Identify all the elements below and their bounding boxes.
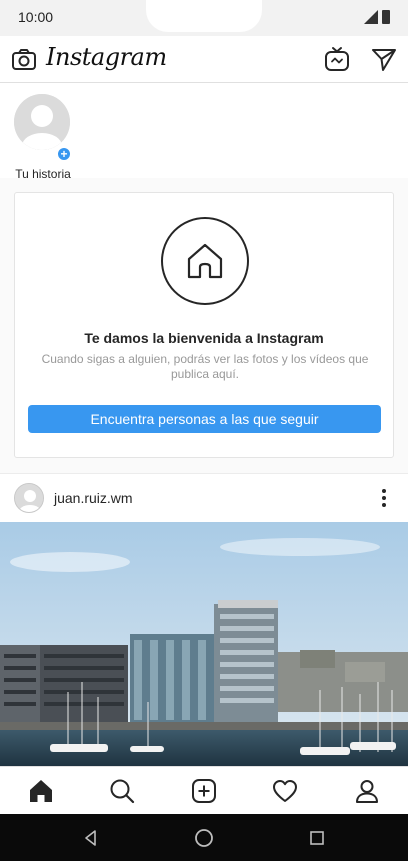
welcome-home-icon-circle <box>161 217 249 305</box>
post-avatar[interactable] <box>14 483 44 513</box>
home-outline-icon <box>187 243 223 279</box>
igtv-button[interactable] <box>323 45 351 73</box>
heart-icon <box>273 780 297 802</box>
system-nav-bar <box>0 814 408 861</box>
direct-messages-button[interactable] <box>370 45 398 73</box>
bottom-nav <box>0 766 408 814</box>
harbor-photo <box>0 522 408 766</box>
post-username[interactable]: juan.ruiz.wm <box>54 490 133 506</box>
more-options-button[interactable] <box>376 488 392 508</box>
status-time: 10:00 <box>18 9 54 25</box>
find-people-button[interactable]: Encuentra personas a las que seguir <box>28 405 381 433</box>
welcome-subtitle: Cuando sigas a alguien, podrás ver las f… <box>41 352 369 381</box>
display-notch <box>146 0 262 32</box>
more-vertical-icon <box>376 489 392 507</box>
stories-tray: + Tu historia <box>0 84 408 181</box>
nav-new-post-button[interactable] <box>190 777 218 805</box>
back-triangle-icon <box>85 830 96 846</box>
home-circle-icon <box>195 829 213 847</box>
status-bar: 10:00 <box>0 0 408 36</box>
nav-activity-button[interactable] <box>271 777 299 805</box>
top-app-bar: Instagram <box>0 36 408 83</box>
camera-button[interactable] <box>10 46 38 74</box>
post-header: juan.ruiz.wm <box>0 473 408 522</box>
system-home-button[interactable] <box>193 827 215 849</box>
send-icon <box>372 49 396 71</box>
nav-search-button[interactable] <box>108 777 136 805</box>
recents-square-icon <box>310 831 324 845</box>
avatar <box>14 94 70 150</box>
welcome-card: Te damos la bienvenida a Instagram Cuand… <box>14 192 394 458</box>
add-story-icon[interactable]: + <box>56 146 72 162</box>
system-recents-button[interactable] <box>306 827 328 849</box>
home-icon <box>30 780 52 802</box>
default-avatar-icon <box>14 94 70 150</box>
system-back-button[interactable] <box>80 827 102 849</box>
post-photo[interactable] <box>0 522 408 766</box>
new-post-icon <box>192 779 216 803</box>
profile-icon <box>356 780 378 803</box>
igtv-icon <box>325 47 349 71</box>
story-your-story[interactable]: + Tu historia <box>14 94 72 181</box>
camera-icon <box>12 49 36 70</box>
signal-icon <box>364 10 378 24</box>
nav-profile-button[interactable] <box>353 777 381 805</box>
instagram-logo: Instagram <box>46 43 167 71</box>
battery-icon <box>382 10 390 24</box>
nav-home-button[interactable] <box>27 777 55 805</box>
default-avatar-icon <box>15 484 43 512</box>
status-icons <box>364 10 390 24</box>
search-icon <box>110 779 135 804</box>
welcome-title: Te damos la bienvenida a Instagram <box>84 330 324 346</box>
